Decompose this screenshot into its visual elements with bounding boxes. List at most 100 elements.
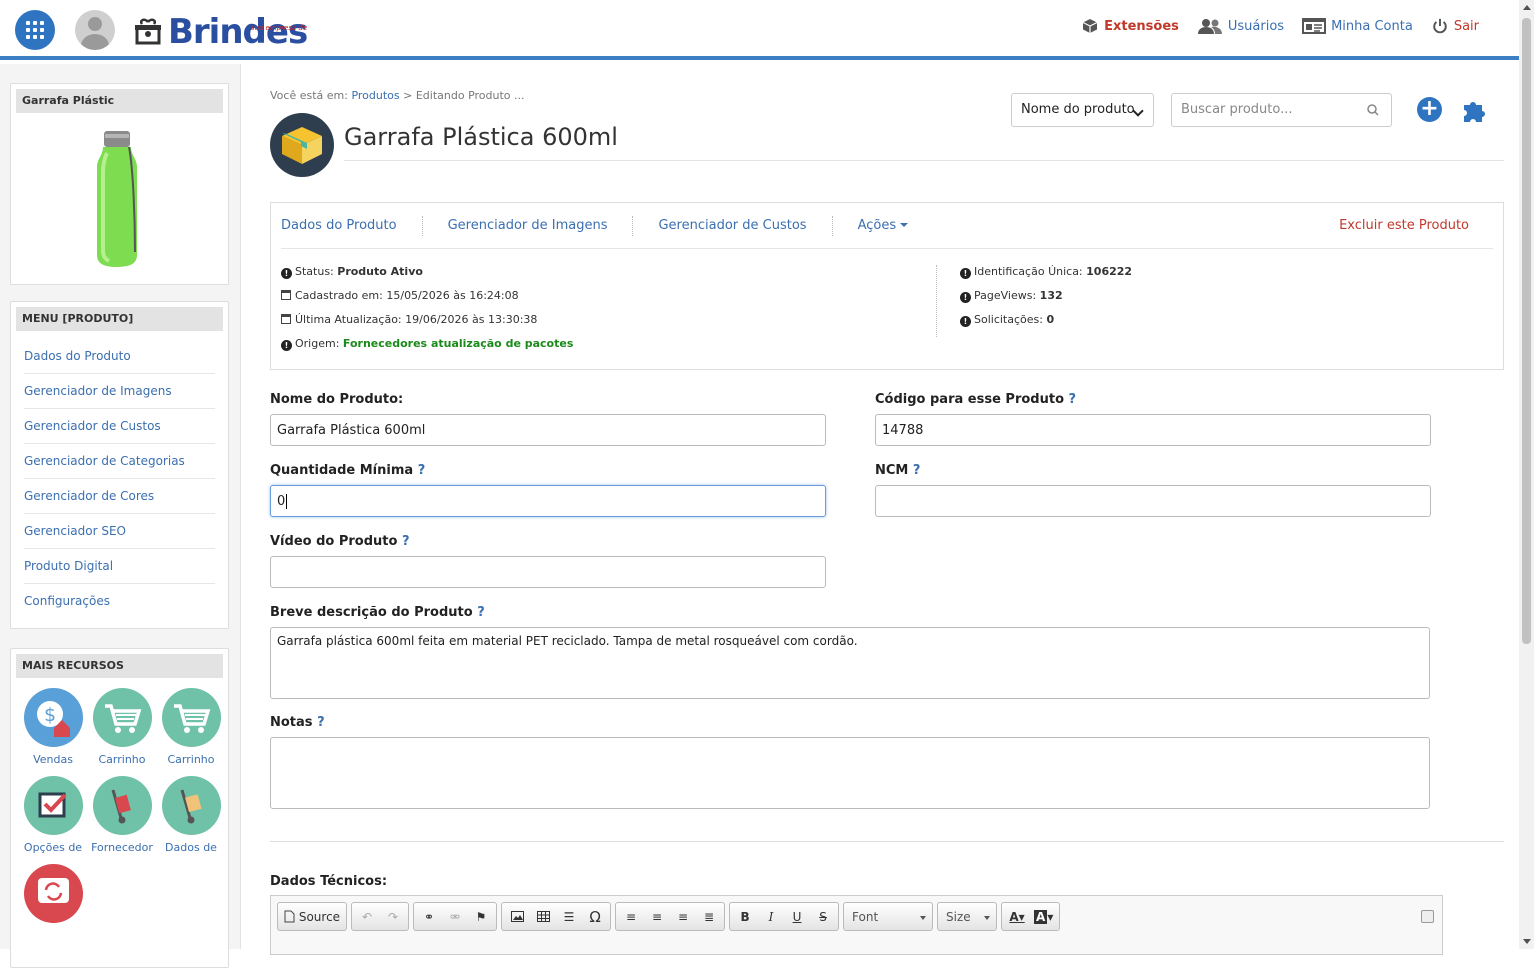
info-right: ! Identificação Única: 106222 ! PageViews:… bbox=[960, 260, 1132, 332]
underline-icon[interactable]: U bbox=[785, 905, 809, 928]
tab-dados-produto[interactable]: Dados do Produto bbox=[281, 215, 423, 236]
delete-product-link[interactable]: Excluir este Produto bbox=[1339, 218, 1469, 233]
help-icon[interactable]: ? bbox=[477, 605, 485, 620]
nav-extensions[interactable]: Extensões bbox=[1081, 18, 1179, 34]
info-origin: ! Origem: Fornecedores atualização de pac… bbox=[281, 332, 573, 356]
link-icon[interactable]: ⚭ bbox=[417, 905, 441, 928]
menu-item-custos[interactable]: Gerenciador de Custos bbox=[24, 409, 215, 444]
resource-vendas[interactable]: $ Vendas bbox=[19, 688, 87, 766]
nav-users[interactable]: Usuários bbox=[1197, 18, 1284, 34]
source-button[interactable]: Source bbox=[281, 905, 343, 928]
strikethrough-icon[interactable]: S bbox=[811, 905, 835, 928]
product-box-icon bbox=[270, 113, 334, 177]
menu-item-cores[interactable]: Gerenciador de Cores bbox=[24, 479, 215, 514]
nav-account[interactable]: Minha Conta bbox=[1302, 18, 1413, 34]
table-icon[interactable] bbox=[531, 905, 555, 928]
product-thumbnail[interactable] bbox=[93, 131, 143, 268]
ncm-input[interactable] bbox=[875, 485, 1431, 517]
scroll-down-arrow-icon[interactable] bbox=[1523, 939, 1531, 944]
notes-textarea[interactable] bbox=[270, 737, 1430, 809]
puzzle-icon[interactable] bbox=[1462, 97, 1488, 123]
align-justify-icon[interactable]: ≣ bbox=[697, 905, 721, 928]
size-select[interactable]: Size bbox=[937, 902, 998, 931]
menu-item-seo[interactable]: Gerenciador SEO bbox=[24, 514, 215, 549]
title-divider bbox=[344, 160, 1504, 161]
product-code-input[interactable]: 14788 bbox=[875, 414, 1431, 446]
scroll-up-arrow-icon[interactable] bbox=[1523, 5, 1531, 10]
menu-item-dados[interactable]: Dados do Produto bbox=[24, 339, 215, 374]
user-avatar[interactable] bbox=[75, 10, 115, 50]
search-placeholder: Buscar produto... bbox=[1181, 102, 1293, 117]
resource-dados[interactable]: Dados de bbox=[157, 776, 225, 854]
tab-acoes[interactable]: Ações bbox=[833, 216, 934, 236]
info-pageviews: ! PageViews: 132 bbox=[960, 284, 1132, 308]
scrollbar-thumb[interactable] bbox=[1522, 18, 1531, 644]
alert-icon: ! bbox=[960, 316, 971, 327]
help-icon[interactable]: ? bbox=[402, 534, 410, 549]
checkbox-icon bbox=[23, 776, 83, 835]
min-qty-input[interactable]: 0 bbox=[270, 485, 826, 517]
menu-item-digital[interactable]: Produto Digital bbox=[24, 549, 215, 584]
description-label: Breve descrição do Produto ? bbox=[270, 605, 485, 620]
help-icon[interactable]: ? bbox=[418, 463, 426, 478]
search-icon[interactable] bbox=[1367, 104, 1379, 116]
add-product-icon[interactable]: + bbox=[1417, 97, 1442, 122]
resource-carrinho-1-label: Carrinho bbox=[98, 753, 146, 766]
description-textarea[interactable]: Garrafa plástica 600ml feita em material… bbox=[270, 627, 1430, 699]
logo-tagline: sua empresa de bbox=[250, 24, 308, 32]
undo-icon[interactable]: ↶ bbox=[355, 905, 379, 928]
nav-logout[interactable]: Sair bbox=[1431, 18, 1479, 34]
resources-title: MAIS RECURSOS bbox=[16, 654, 223, 678]
resource-opcoes[interactable]: Opções de bbox=[19, 776, 87, 854]
search-field-select[interactable]: Nome do produto bbox=[1011, 93, 1154, 127]
product-tabs-panel: Dados do Produto Gerenciador de Imagens … bbox=[270, 202, 1504, 370]
bg-color-icon[interactable]: A ▾ bbox=[1031, 905, 1056, 928]
search-input[interactable]: Buscar produto... bbox=[1171, 93, 1392, 127]
italic-icon[interactable]: I bbox=[759, 905, 783, 928]
brand-logo[interactable]: Brindes sua empresa de bbox=[134, 12, 308, 52]
resource-carrinho-1[interactable]: Carrinho bbox=[88, 688, 156, 766]
rich-text-editor: Source ↶ ↷ ⚭ ⚮ ⚑ ☰ Ω ≡ ≡ ≡ ≣ B I U S Fon… bbox=[270, 895, 1443, 955]
resource-sync[interactable] bbox=[19, 864, 87, 923]
page-scrollbar[interactable] bbox=[1519, 0, 1534, 949]
help-icon[interactable]: ? bbox=[317, 715, 325, 730]
align-group: ≡ ≡ ≡ ≣ bbox=[615, 902, 726, 931]
source-group: Source bbox=[277, 902, 348, 931]
text-color-icon[interactable]: A▾ bbox=[1005, 905, 1029, 928]
font-select[interactable]: Font bbox=[843, 902, 934, 931]
collapse-toolbar-icon[interactable] bbox=[1421, 910, 1434, 923]
ncm-label: NCM ? bbox=[875, 463, 921, 478]
video-input[interactable] bbox=[270, 556, 826, 588]
apps-grid-icon[interactable] bbox=[15, 10, 55, 50]
breadcrumb-link-produtos[interactable]: Produtos bbox=[351, 89, 399, 102]
align-center-icon[interactable]: ≡ bbox=[645, 905, 669, 928]
image-icon[interactable] bbox=[505, 905, 529, 928]
menu-item-categorias[interactable]: Gerenciador de Categorias bbox=[24, 444, 215, 479]
product-name-input[interactable]: Garrafa Plástica 600ml bbox=[270, 414, 826, 446]
tab-imagens[interactable]: Gerenciador de Imagens bbox=[423, 215, 634, 236]
menu-item-imagens[interactable]: Gerenciador de Imagens bbox=[24, 374, 215, 409]
anchor-flag-icon[interactable]: ⚑ bbox=[469, 905, 493, 928]
special-char-icon[interactable]: Ω bbox=[583, 905, 607, 928]
product-menu-box: MENU [PRODUTO] Dados do Produto Gerencia… bbox=[10, 301, 229, 629]
resource-carrinho-2[interactable]: Carrinho bbox=[157, 688, 225, 766]
align-left-icon[interactable]: ≡ bbox=[619, 905, 643, 928]
menu-item-config[interactable]: Configurações bbox=[24, 584, 215, 618]
bold-icon[interactable]: B bbox=[733, 905, 757, 928]
resources-box: MAIS RECURSOS $ Vendas Carrinho Carrinho bbox=[10, 648, 229, 968]
resource-opcoes-label: Opções de bbox=[23, 841, 83, 854]
unlink-icon[interactable]: ⚮ bbox=[443, 905, 467, 928]
gift-box-icon bbox=[135, 18, 161, 45]
horizontal-line-icon[interactable]: ☰ bbox=[557, 905, 581, 928]
help-icon[interactable]: ? bbox=[913, 463, 921, 478]
logo-text: Brindes sua empresa de bbox=[168, 12, 308, 52]
users-icon bbox=[1197, 19, 1222, 34]
created-value: 15/05/2026 às 16:24:08 bbox=[386, 289, 519, 302]
resource-fornecedor[interactable]: Fornecedor bbox=[88, 776, 156, 854]
align-right-icon[interactable]: ≡ bbox=[671, 905, 695, 928]
alert-icon: ! bbox=[281, 268, 292, 279]
tab-custos[interactable]: Gerenciador de Custos bbox=[633, 215, 833, 236]
redo-icon[interactable]: ↷ bbox=[381, 905, 405, 928]
resource-dados-label: Dados de bbox=[165, 841, 217, 854]
help-icon[interactable]: ? bbox=[1069, 392, 1077, 407]
